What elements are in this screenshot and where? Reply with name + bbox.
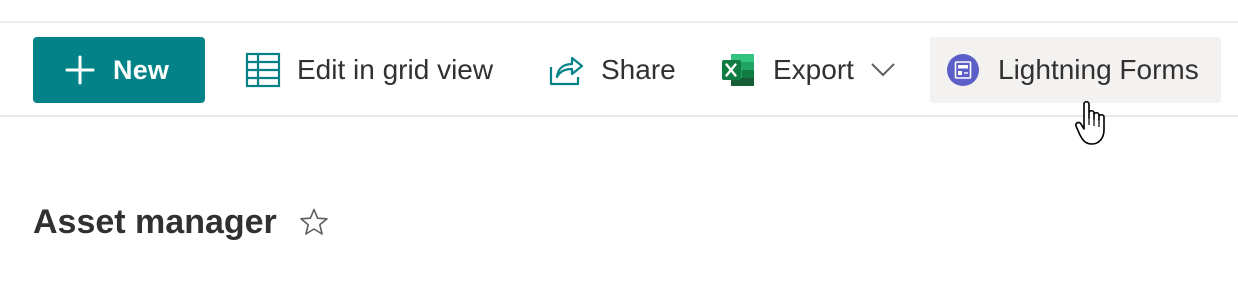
page-title: Asset manager [33, 202, 277, 241]
edit-in-grid-view-button[interactable]: Edit in grid view [245, 37, 493, 103]
export-button[interactable]: Export [721, 37, 914, 103]
export-label: Export [773, 54, 854, 85]
hand-pointer-cursor [1075, 100, 1105, 145]
new-button-label: New [113, 54, 170, 85]
grid-icon [245, 52, 281, 88]
chevron-down-icon[interactable] [870, 61, 896, 79]
new-button[interactable]: New [33, 37, 205, 103]
lightning-forms-icon [947, 54, 979, 86]
page: New Edit in grid view Share Export Light… [0, 0, 1238, 294]
command-bar: New Edit in grid view Share Export Light… [0, 23, 1238, 117]
edit-in-grid-view-label: Edit in grid view [297, 54, 494, 85]
share-label: Share [601, 54, 676, 85]
share-icon [549, 56, 584, 86]
title-row: Asset manager [33, 198, 329, 246]
lightning-forms-button[interactable]: Lightning Forms [930, 37, 1221, 103]
star-outline-icon[interactable] [299, 207, 329, 237]
plus-icon [65, 55, 95, 85]
excel-icon [722, 54, 754, 86]
lightning-forms-label: Lightning Forms [998, 54, 1199, 85]
share-button[interactable]: Share [548, 37, 676, 103]
